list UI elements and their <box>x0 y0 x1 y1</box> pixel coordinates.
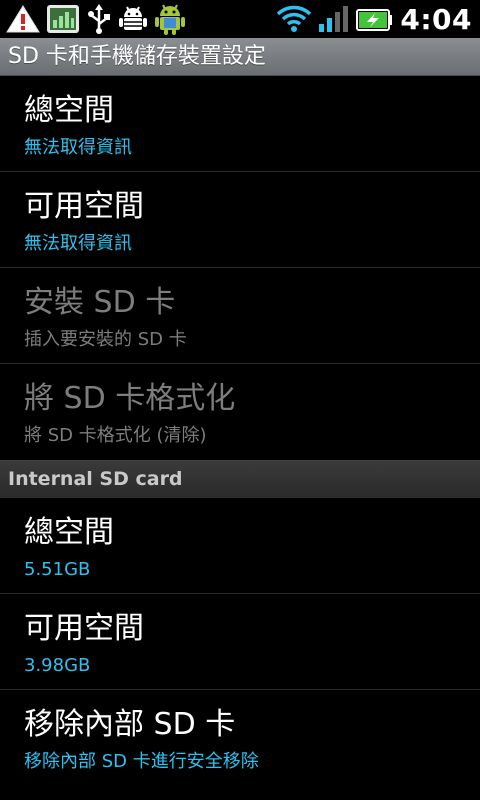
item-summary: 移除內部 SD 卡進行安全移除 <box>24 751 259 772</box>
item-title: 安裝 SD 卡 <box>24 285 176 320</box>
title-bar: SD 卡和手機儲存裝置設定 <box>0 38 480 76</box>
item-title: 移除內部 SD 卡 <box>24 707 236 742</box>
category-title: Internal SD card <box>8 468 183 490</box>
notification-icons <box>6 2 186 36</box>
item-summary: 5.51GB <box>24 559 91 580</box>
item-summary: 無法取得資訊 <box>24 137 132 158</box>
status-bar[interactable]: 4:04 <box>0 0 480 38</box>
usb-icon <box>88 4 110 34</box>
item-summary: 無法取得資訊 <box>24 233 132 254</box>
internal-available-space-item[interactable]: 可用空間 3.98GB <box>0 594 480 690</box>
internal-total-space-item[interactable]: 總空間 5.51GB <box>0 498 480 594</box>
system-icons: 4:04 <box>276 2 472 36</box>
format-sd-card-item[interactable]: 將 SD 卡格式化 將 SD 卡格式化 (清除) <box>0 364 480 460</box>
unmount-internal-sd-item[interactable]: 移除內部 SD 卡 移除內部 SD 卡進行安全移除 <box>0 690 480 786</box>
android-debug-icon <box>119 6 147 30</box>
mount-sd-card-item[interactable]: 安裝 SD 卡 插入要安裝的 SD 卡 <box>0 268 480 364</box>
item-title: 將 SD 卡格式化 <box>24 381 236 416</box>
item-title: 總空間 <box>24 93 114 128</box>
warning-icon <box>6 5 40 33</box>
sd-total-space-item[interactable]: 總空間 無法取得資訊 <box>0 76 480 172</box>
settings-list: 總空間 無法取得資訊 可用空間 無法取得資訊 安裝 SD 卡 插入要安裝的 SD… <box>0 76 480 786</box>
clock: 4:04 <box>400 2 472 36</box>
item-summary: 將 SD 卡格式化 (清除) <box>24 425 207 446</box>
page-title: SD 卡和手機儲存裝置設定 <box>8 44 266 69</box>
category-header-internal-sd: Internal SD card <box>0 460 480 498</box>
item-summary: 3.98GB <box>24 655 91 676</box>
wifi-icon <box>277 5 312 32</box>
item-title: 總空間 <box>24 515 114 550</box>
battery-charging-icon <box>356 9 393 31</box>
chart-app-icon <box>47 5 79 33</box>
item-title: 可用空間 <box>24 611 144 646</box>
item-title: 可用空間 <box>24 189 144 224</box>
item-summary: 插入要安裝的 SD 卡 <box>24 329 187 350</box>
android-icon <box>155 4 185 35</box>
signal-icon <box>319 6 349 32</box>
sd-available-space-item[interactable]: 可用空間 無法取得資訊 <box>0 172 480 268</box>
